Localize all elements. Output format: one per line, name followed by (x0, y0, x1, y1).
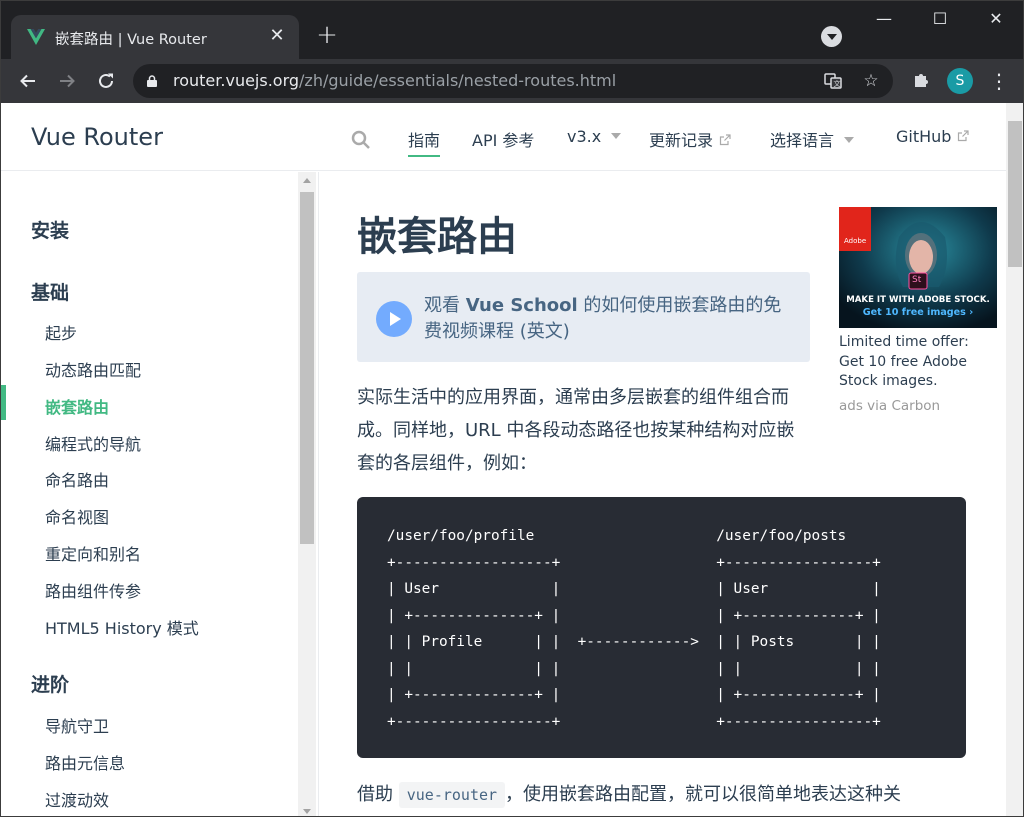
nav-version-label: v3.x (567, 127, 602, 146)
ad-image[interactable]: Adobe St MAKE IT WITH ADOBE STOCK. Get 1… (839, 207, 997, 328)
code-block: /user/foo/profile /user/foo/posts +-----… (357, 497, 966, 758)
page-title: 嵌套路由 (357, 214, 517, 260)
sidebar-item[interactable]: 导航守卫 (45, 713, 109, 737)
vue-school-callout[interactable]: 观看 Vue School 的如何使用嵌套路由的免费视频课程 (英文) (357, 272, 810, 362)
browser-tab[interactable]: 嵌套路由 | Vue Router ✕ (11, 15, 299, 59)
translate-icon[interactable]: 文 (823, 71, 843, 91)
extensions-puzzle-icon[interactable] (911, 71, 931, 91)
profile-avatar[interactable]: S (947, 68, 973, 94)
main-content: 嵌套路由 观看 Vue School 的如何使用嵌套路由的免费视频课程 (英文)… (319, 172, 1006, 816)
sidebar-item[interactable]: 动态路由匹配 (45, 357, 141, 381)
sidebar-item[interactable]: 路由元信息 (45, 750, 125, 774)
sidebar-scrollbar-thumb[interactable] (300, 192, 314, 544)
play-icon[interactable] (376, 301, 412, 337)
ad-badge: St (912, 275, 922, 285)
sidebar-item[interactable]: HTML5 History 模式 (45, 615, 199, 639)
reload-icon (99, 73, 113, 88)
sidebar-group-install[interactable]: 安装 (31, 216, 69, 243)
sidebar-scrollbar[interactable] (298, 172, 316, 816)
vue-school-prefix: 观看 (424, 295, 466, 316)
ad-caption: MAKE IT WITH ADOBE STOCK. (846, 295, 990, 305)
bookmark-star-icon[interactable]: ☆ (861, 71, 881, 91)
browser-toolbar: router.vuejs.org/zh/guide/essentials/nes… (1, 59, 1023, 103)
tab-search-button[interactable] (821, 26, 842, 47)
nav-github-link[interactable]: GitHub (896, 127, 970, 146)
para2-before: 借助 (357, 784, 399, 805)
sidebar-group-advanced[interactable]: 进阶 (31, 670, 69, 697)
nav-version-dropdown[interactable]: v3.x (567, 127, 622, 146)
vue-logo-icon (27, 29, 45, 45)
maximize-button[interactable]: ☐ (913, 1, 967, 37)
chevron-down-icon (611, 132, 622, 139)
tab-close-icon[interactable]: ✕ (267, 26, 287, 46)
nav-changelog-label: 更新记录 (649, 131, 714, 150)
close-window-button[interactable]: ✕ (969, 1, 1023, 37)
code-text: /user/foo/profile /user/foo/posts +-----… (387, 528, 881, 730)
nav-language-dropdown[interactable]: 选择语言 (770, 127, 855, 151)
site-name[interactable]: Vue Router (31, 123, 163, 151)
ad-cta: Get 10 free images › (862, 307, 974, 318)
url-path: /zh/guide/essentials/nested-routes.html (299, 71, 617, 90)
external-link-icon (958, 129, 970, 141)
ad-text[interactable]: Limited time offer: Get 10 free Adobe St… (839, 333, 997, 392)
sidebar-active-indicator (1, 385, 6, 420)
sidebar-item[interactable]: 过渡动效 (45, 787, 109, 811)
new-tab-button[interactable]: + (314, 22, 340, 49)
back-arrow-icon (20, 74, 35, 88)
reload-button[interactable] (92, 67, 120, 95)
nav-github-label: GitHub (896, 127, 952, 146)
inline-code: vue-router (398, 782, 506, 808)
vue-school-strong: Vue School (465, 295, 578, 316)
ad-via-carbon[interactable]: ads via Carbon (839, 398, 940, 414)
tab-strip: 嵌套路由 | Vue Router ✕ + — ☐ ✕ (1, 1, 1023, 59)
nav-language-label: 选择语言 (770, 131, 835, 150)
browser-menu-icon[interactable]: ⋮ (989, 67, 1009, 95)
address-bar[interactable]: router.vuejs.org/zh/guide/essentials/nes… (133, 64, 893, 98)
scroll-up-icon[interactable] (303, 178, 311, 183)
sidebar-item[interactable]: 重定向和别名 (45, 541, 141, 565)
lock-icon (147, 75, 157, 87)
forward-button[interactable] (53, 67, 81, 95)
tab-title: 嵌套路由 | Vue Router (55, 32, 207, 48)
intro-paragraph: 实际生活中的应用界面，通常由多层嵌套的组件组合而成。同样地，URL 中各段动态路… (357, 387, 795, 474)
sidebar-item-active[interactable]: 嵌套路由 (45, 394, 109, 418)
external-link-icon (719, 133, 731, 145)
scroll-down-icon[interactable] (303, 809, 311, 814)
back-button[interactable] (14, 67, 42, 95)
chevron-down-icon (844, 136, 855, 143)
url-host: router.vuejs.org (173, 71, 300, 90)
sidebar-item[interactable]: 路由组件传参 (45, 578, 141, 602)
nav-guide-link[interactable]: 指南 (408, 127, 441, 157)
minimize-button[interactable]: — (857, 1, 911, 37)
sidebar-item[interactable]: 命名视图 (45, 504, 109, 528)
sidebar-item[interactable]: 起步 (45, 320, 77, 344)
browser-window: 嵌套路由 | Vue Router ✕ + — ☐ ✕ router.vuejs… (0, 0, 1024, 817)
nav-api-link[interactable]: API 参考 (472, 127, 534, 151)
page-scrollbar[interactable] (1006, 103, 1023, 816)
para2-after: ，使用嵌套路由配置，就可以很简单地表达这种关 (505, 784, 902, 805)
sidebar-item[interactable]: 编程式的导航 (45, 431, 141, 455)
search-icon[interactable] (351, 130, 371, 150)
nav-changelog-link[interactable]: 更新记录 (649, 127, 731, 151)
forward-arrow-icon (60, 74, 75, 88)
web-page: Vue Router 指南 API 参考 v3.x 更新记录 选择语言 GitH… (1, 103, 1006, 816)
second-paragraph: 借助 vue-router ，使用嵌套路由配置，就可以很简单地表达这种关 (357, 778, 997, 811)
sidebar: 安装 基础 起步 动态路由匹配 嵌套路由 编程式的导航 命名路由 命名视图 重定… (1, 172, 319, 816)
page-scrollbar-thumb[interactable] (1008, 121, 1022, 267)
sidebar-group-basics[interactable]: 基础 (31, 278, 69, 305)
svg-text:文: 文 (834, 79, 841, 88)
url-text: router.vuejs.org/zh/guide/essentials/nes… (173, 71, 616, 90)
site-navbar: Vue Router 指南 API 参考 v3.x 更新记录 选择语言 GitH… (1, 103, 1006, 171)
sidebar-item[interactable]: 命名路由 (45, 467, 109, 491)
vue-school-text[interactable]: 观看 Vue School 的如何使用嵌套路由的免费视频课程 (英文) (424, 293, 794, 345)
ad-brand: Adobe (844, 237, 867, 245)
